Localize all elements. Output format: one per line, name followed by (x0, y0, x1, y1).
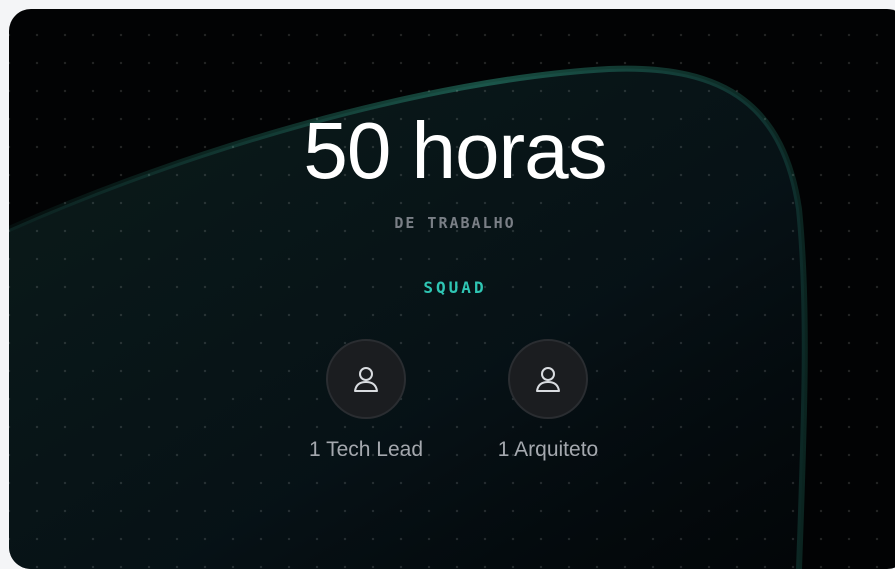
member-label: 1 Tech Lead (308, 438, 424, 461)
squad-title: SQUAD (423, 278, 487, 297)
user-icon (536, 367, 560, 392)
hours-value: 50 horas (303, 106, 607, 195)
card-content: 50 horas DE TRABALHO SQUAD 1 Tech Lead 1… (0, 0, 895, 546)
squad-member-arquiteto: 1 Arquiteto (468, 339, 628, 463)
hours-subtitle: DE TRABALHO (394, 214, 516, 232)
squad-member-tech-lead: 1 Tech Lead (286, 339, 446, 463)
avatar (326, 339, 406, 419)
avatar (508, 339, 588, 419)
member-label: 1 Arquiteto (497, 438, 599, 461)
user-icon (354, 367, 378, 392)
